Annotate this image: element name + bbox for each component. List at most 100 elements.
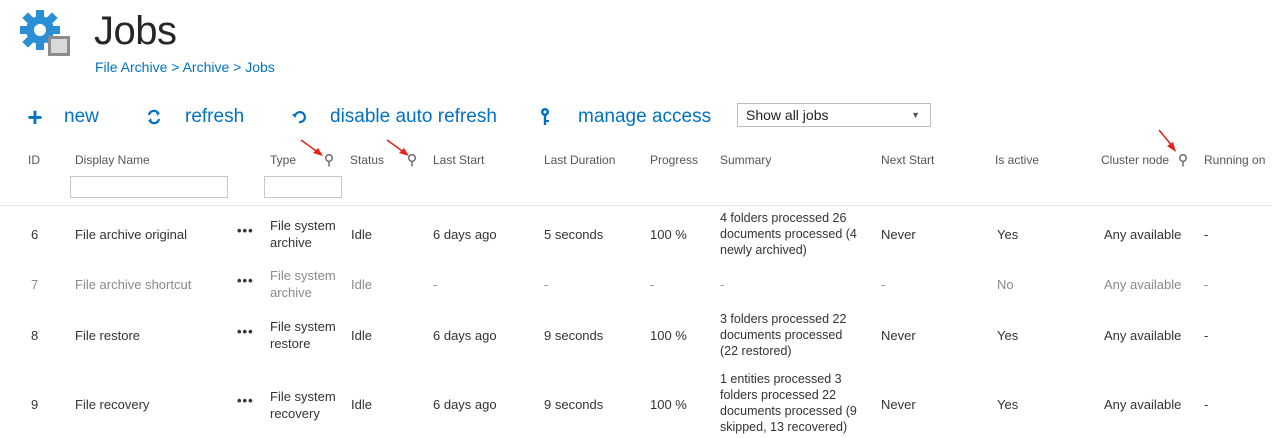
cell-running-on: - — [1204, 227, 1209, 242]
cell-running-on: - — [1204, 277, 1209, 292]
manage-access-button[interactable]: manage access — [538, 104, 711, 130]
col-header-progress[interactable]: Progress — [650, 153, 698, 167]
breadcrumb: File Archive > Archive > Jobs — [95, 59, 275, 75]
annotation-arrow — [1158, 129, 1176, 152]
summary-line: newly archived) — [720, 243, 807, 257]
job-filter-select[interactable]: Show all jobs ▼ — [737, 103, 931, 127]
cell-summary: - — [720, 277, 724, 293]
col-header-id[interactable]: ID — [28, 153, 40, 167]
cell-summary: 3 folders processed 22 documents processe… — [720, 311, 846, 359]
cell-cluster-node: Any available — [1104, 227, 1182, 242]
job-filter-value: Show all jobs — [746, 107, 829, 123]
col-header-last-start[interactable]: Last Start — [433, 153, 484, 167]
cell-is-active: No — [997, 277, 1014, 292]
breadcrumb-item-file-archive[interactable]: File Archive — [95, 59, 167, 75]
cell-type-line: File system — [270, 218, 336, 233]
col-header-display-name[interactable]: Display Name — [75, 153, 150, 167]
col-header-last-duration[interactable]: Last Duration — [544, 153, 615, 167]
ellipsis-icon[interactable]: ••• — [237, 223, 254, 238]
cell-type-line: archive — [270, 235, 312, 250]
summary-line: 1 entities processed 3 — [720, 372, 842, 386]
new-button[interactable]: + new — [26, 101, 99, 132]
breadcrumb-item-archive[interactable]: Archive — [183, 59, 230, 75]
cell-summary: 1 entities processed 3 folders processed … — [720, 371, 857, 435]
col-header-status[interactable]: Status — [350, 153, 384, 167]
cell-status: Idle — [351, 328, 372, 343]
refresh-button[interactable]: refresh — [145, 104, 244, 130]
col-header-summary[interactable]: Summary — [720, 153, 771, 167]
ellipsis-icon[interactable]: ••• — [237, 273, 254, 288]
breadcrumb-item-jobs[interactable]: Jobs — [245, 59, 275, 75]
cell-display-name[interactable]: File recovery — [75, 397, 149, 412]
cell-type-line: File system — [270, 268, 336, 283]
cell-type: File system restore — [270, 318, 336, 352]
manage-access-label: manage access — [578, 106, 712, 127]
display-name-filter-input[interactable] — [70, 176, 228, 198]
cell-last-duration: 5 seconds — [544, 227, 604, 242]
cell-status: Idle — [351, 277, 372, 292]
cell-type-line: File system — [270, 389, 336, 404]
cell-display-name[interactable]: File archive shortcut — [75, 277, 191, 292]
annotation-arrow — [300, 139, 323, 156]
cell-last-start: - — [433, 277, 438, 292]
cell-type: File system archive — [270, 217, 336, 251]
ellipsis-icon[interactable]: ••• — [237, 324, 254, 339]
disable-auto-refresh-button[interactable]: disable auto refresh — [290, 104, 497, 130]
col-header-cluster-node[interactable]: Cluster node — [1101, 153, 1169, 167]
cell-type-line: recovery — [270, 406, 320, 421]
cell-is-active: Yes — [997, 397, 1019, 412]
summary-line: 3 folders processed 22 — [720, 312, 847, 326]
type-filter-input[interactable] — [264, 176, 342, 198]
cell-id: 7 — [31, 277, 39, 292]
summary-line: folders processed 22 — [720, 388, 837, 402]
cell-is-active: Yes — [997, 328, 1019, 343]
col-header-is-active[interactable]: Is active — [995, 153, 1039, 167]
annotation-arrow — [386, 139, 409, 156]
summary-line: 4 folders processed 26 — [720, 211, 847, 225]
summary-line: (22 restored) — [720, 344, 792, 358]
cell-type-line: archive — [270, 285, 312, 300]
cell-last-start: 6 days ago — [433, 397, 497, 412]
cell-id: 8 — [31, 328, 39, 343]
cell-type-line: File system — [270, 319, 336, 334]
cell-status: Idle — [351, 227, 372, 242]
cell-cluster-node: Any available — [1104, 328, 1182, 343]
cluster-node-filter-icon[interactable] — [1178, 154, 1188, 167]
cell-next-start: Never — [881, 397, 916, 412]
cell-next-start: Never — [881, 227, 916, 242]
refresh-icon — [145, 109, 163, 125]
summary-line: documents processed (4 — [720, 227, 857, 241]
cell-type-line: restore — [270, 336, 311, 351]
refresh-button-label: refresh — [185, 106, 245, 127]
key-icon — [538, 107, 552, 127]
cell-display-name[interactable]: File archive original — [75, 227, 187, 242]
col-header-next-start[interactable]: Next Start — [881, 153, 934, 167]
cell-running-on: - — [1204, 397, 1209, 412]
col-header-running-on[interactable]: Running on — [1204, 153, 1265, 167]
breadcrumb-separator: > — [171, 59, 180, 75]
col-header-type[interactable]: Type — [270, 153, 296, 167]
cell-running-on: - — [1204, 328, 1209, 343]
cell-type: File system recovery — [270, 388, 336, 422]
new-button-label: new — [64, 106, 99, 127]
cell-next-start: Never — [881, 328, 916, 343]
ellipsis-icon[interactable]: ••• — [237, 393, 254, 408]
summary-line: documents processed — [720, 328, 843, 342]
cell-last-start: 6 days ago — [433, 328, 497, 343]
cell-last-start: 6 days ago — [433, 227, 497, 242]
dropdown-arrow-icon: ▼ — [911, 110, 920, 120]
header-divider — [0, 205, 1272, 206]
cell-display-name[interactable]: File restore — [75, 328, 140, 343]
cell-id: 6 — [31, 227, 39, 242]
cell-cluster-node: Any available — [1104, 397, 1182, 412]
plus-icon: + — [27, 101, 43, 132]
type-filter-icon[interactable] — [324, 154, 334, 167]
cell-last-duration: 9 seconds — [544, 397, 604, 412]
disable-refresh-icon — [290, 109, 308, 125]
cell-summary: 4 folders processed 26 documents processe… — [720, 210, 857, 258]
cell-is-active: Yes — [997, 227, 1019, 242]
disable-auto-refresh-label: disable auto refresh — [330, 106, 497, 127]
cell-next-start: - — [881, 277, 886, 292]
cell-type: File system archive — [270, 267, 336, 301]
summary-line: skipped, 13 recovered) — [720, 420, 848, 434]
